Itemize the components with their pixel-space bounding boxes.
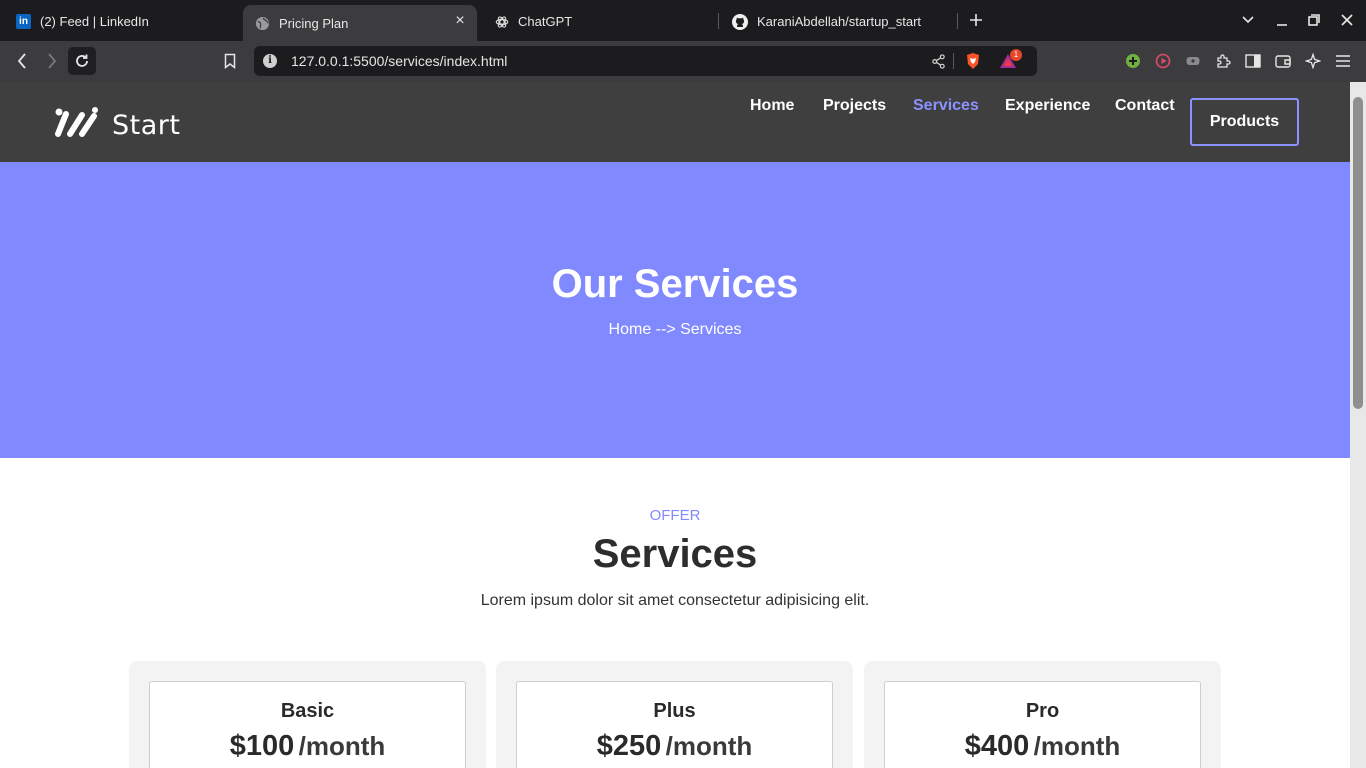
plan-amount: $400 — [964, 730, 1030, 762]
address-bar[interactable]: i 127.0.0.1:5500/services/index.html 1 — [254, 46, 1037, 76]
tab-label: KaraniAbdellah/startup_start — [757, 14, 922, 29]
plan-column-plus: Plus $250 /month — [496, 661, 853, 768]
nav-projects[interactable]: Projects — [823, 97, 886, 115]
nav-experience[interactable]: Experience — [1005, 97, 1090, 115]
hero-banner: Our Services Home --> Services — [0, 162, 1350, 458]
products-button[interactable]: Products — [1190, 98, 1299, 146]
tab-label: (2) Feed | LinkedIn — [40, 14, 149, 29]
wallet-icon[interactable] — [1272, 50, 1294, 72]
section-subtitle: Lorem ipsum dolor sit amet consectetur a… — [480, 592, 870, 609]
globe-icon — [255, 16, 270, 31]
breadcrumb: Home --> Services — [608, 321, 742, 338]
tab-separator — [957, 13, 958, 29]
site-header: Start Home Projects Services Experience … — [0, 82, 1350, 162]
chatgpt-icon — [494, 14, 509, 29]
back-icon[interactable] — [11, 50, 33, 72]
forward-icon[interactable] — [41, 50, 63, 72]
plan-amount: $250 — [596, 730, 662, 762]
plan-column-pro: Pro $400 /month — [864, 661, 1221, 768]
new-tab-icon[interactable] — [966, 10, 986, 30]
plan-period: /month — [665, 731, 753, 761]
tab-pricing-plan[interactable]: Pricing Plan × — [243, 5, 477, 41]
plan-amount: $100 — [229, 730, 295, 762]
plan-column-basic: Basic $100 /month — [129, 661, 486, 768]
url-text[interactable]: 127.0.0.1:5500/services/index.html — [291, 53, 507, 69]
close-tab-icon[interactable]: × — [453, 13, 467, 29]
brave-rewards-icon[interactable]: 1 — [999, 49, 1022, 70]
logo-text: Start — [112, 110, 181, 141]
close-window-icon[interactable] — [1337, 10, 1357, 30]
pricing-card: Pro $400 /month — [884, 681, 1201, 768]
plan-period: /month — [1033, 731, 1121, 761]
page-title: Our Services — [551, 262, 799, 306]
extension-gamepad-icon[interactable] — [1182, 50, 1204, 72]
leo-ai-icon[interactable] — [1302, 50, 1324, 72]
menu-icon[interactable] — [1332, 50, 1354, 72]
plan-price: $250 /month — [517, 730, 832, 763]
page-viewport: Start Home Projects Services Experience … — [0, 82, 1350, 768]
plan-price: $100 /month — [150, 730, 465, 763]
tab-label: Pricing Plan — [279, 15, 349, 31]
plan-name: Pro — [1025, 700, 1060, 722]
logo[interactable]: Start — [52, 106, 180, 145]
nav-services[interactable]: Services — [913, 97, 979, 115]
section-title: Services — [592, 532, 758, 576]
browser-tab-strip: in (2) Feed | LinkedIn Pricing Plan × Ch… — [0, 0, 1366, 41]
chevron-down-icon[interactable] — [1238, 10, 1258, 30]
tab-label: ChatGPT — [518, 14, 573, 29]
tab-separator — [718, 13, 719, 29]
extension-plus-icon[interactable] — [1122, 50, 1144, 72]
nav-home[interactable]: Home — [750, 97, 794, 115]
tab-chatgpt[interactable]: ChatGPT — [494, 5, 572, 38]
extensions-icon[interactable] — [1212, 50, 1234, 72]
github-icon — [732, 13, 748, 30]
plan-price: $400 /month — [885, 730, 1200, 763]
sidebar-icon[interactable] — [1242, 50, 1264, 72]
plan-period: /month — [298, 731, 386, 761]
page-scrollbar[interactable] — [1350, 82, 1366, 768]
restore-icon[interactable] — [1304, 10, 1324, 30]
notification-badge: 1 — [1010, 49, 1022, 61]
site-info-icon[interactable]: i — [263, 54, 277, 68]
extension-record-icon[interactable] — [1152, 50, 1174, 72]
nav-contact[interactable]: Contact — [1115, 97, 1175, 115]
tab-github[interactable]: KaraniAbdellah/startup_start — [732, 5, 921, 38]
linkedin-icon: in — [16, 14, 31, 29]
logo-mark-icon — [52, 106, 100, 145]
plan-name: Basic — [280, 700, 335, 722]
reload-icon[interactable] — [71, 50, 93, 72]
share-icon[interactable] — [929, 52, 947, 70]
pricing-card: Plus $250 /month — [516, 681, 833, 768]
pricing-card: Basic $100 /month — [149, 681, 466, 768]
tab-linkedin[interactable]: in (2) Feed | LinkedIn — [16, 5, 149, 38]
url-divider — [953, 53, 954, 69]
minimize-icon[interactable] — [1272, 10, 1292, 30]
plan-name: Plus — [653, 700, 696, 722]
section-kicker: OFFER — [649, 507, 701, 524]
bookmark-icon[interactable] — [219, 50, 241, 72]
scrollbar-thumb[interactable] — [1353, 97, 1363, 409]
brave-shields-icon[interactable] — [964, 52, 982, 70]
